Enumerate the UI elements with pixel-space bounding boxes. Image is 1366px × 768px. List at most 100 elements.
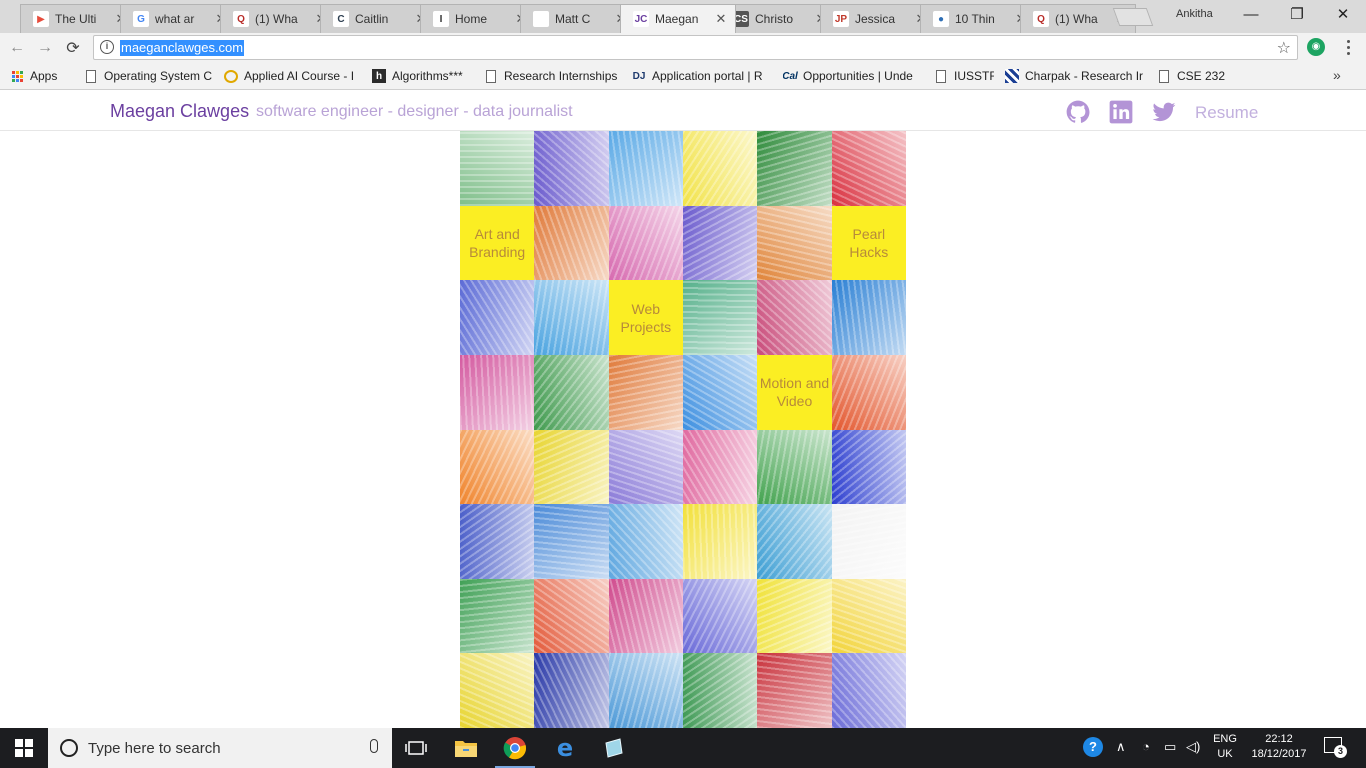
browser-tab[interactable]: CSChristo✕ — [720, 4, 836, 33]
project-tile-pearl[interactable]: Pearl Hacks — [831, 205, 906, 281]
battery-icon[interactable]: ▭ — [1164, 739, 1176, 755]
bookmark-item[interactable]: Applied AI Course - I — [224, 67, 364, 85]
network-icon[interactable]: ◔ — [1142, 739, 1150, 754]
windows-start-button[interactable] — [0, 728, 48, 768]
input-language[interactable]: ENG UK — [1210, 732, 1240, 762]
bookmarks-bar: Apps Operating System Co Applied AI Course… — [0, 62, 1366, 90]
dj-icon: DJ — [632, 70, 646, 82]
art-tile — [831, 354, 906, 430]
charpak-icon — [1005, 69, 1019, 83]
app-icon — [605, 738, 623, 758]
bookmark-item[interactable]: Charpak - Research Ir — [1005, 67, 1145, 85]
clock[interactable]: 22:12 18/12/2017 — [1244, 732, 1314, 762]
microphone-icon[interactable] — [370, 739, 378, 753]
tab-title: Matt C — [555, 12, 591, 26]
art-tile — [608, 205, 683, 281]
bookmark-label: Apps — [30, 69, 58, 83]
volume-icon[interactable]: ◁) — [1186, 739, 1200, 755]
edge-taskbar-button[interactable]: e — [541, 728, 589, 768]
art-tile — [683, 354, 758, 430]
browser-tab[interactable]: ▶The Ulti✕ — [20, 4, 136, 33]
info-icon[interactable]: i — [100, 40, 114, 54]
bookmarks-overflow-icon[interactable]: » — [1333, 67, 1341, 83]
tab-title: (1) Wha — [1055, 12, 1098, 26]
art-tile — [460, 578, 535, 654]
new-tab-button[interactable] — [1112, 8, 1154, 26]
bookmark-star-icon[interactable]: ☆ — [1277, 38, 1291, 58]
art-tile — [608, 578, 683, 654]
pencil-texture — [460, 578, 535, 654]
linkedin-icon[interactable] — [1108, 99, 1134, 125]
bookmark-item[interactable]: IUSSTF — [934, 67, 994, 85]
art-tile — [683, 131, 758, 206]
course-icon — [224, 69, 238, 83]
tab-favicon-icon: JC — [633, 11, 649, 27]
help-icon[interactable]: ? — [1083, 737, 1103, 757]
project-tile-label: Pearl Hacks — [849, 225, 889, 260]
browser-tab[interactable]: Matt C✕ — [520, 4, 636, 33]
browser-tab[interactable]: Q(1) Wha✕ — [220, 4, 336, 33]
pencil-texture — [534, 354, 609, 430]
art-tile — [683, 653, 758, 728]
tab-close-icon[interactable]: ✕ — [715, 11, 727, 27]
art-tile — [757, 429, 832, 505]
reload-button[interactable]: ⟳ — [62, 37, 84, 59]
pencil-texture — [757, 578, 832, 654]
project-tile-motion[interactable]: Motion and Video — [757, 354, 832, 430]
address-bar[interactable]: i maeganclawges.com ☆ — [93, 35, 1298, 60]
art-tile — [608, 354, 683, 430]
file-explorer-button[interactable] — [442, 728, 490, 768]
project-tile-web[interactable]: Web Projects — [608, 280, 683, 355]
github-icon[interactable] — [1065, 99, 1091, 125]
art-tile — [757, 280, 832, 355]
browser-tab[interactable]: IHome✕ — [420, 4, 536, 33]
twitter-icon[interactable] — [1151, 99, 1177, 125]
back-button[interactable]: ← — [6, 37, 28, 59]
resume-link[interactable]: Resume — [1195, 103, 1258, 123]
notifications-button[interactable]: 3 — [1324, 737, 1347, 758]
forward-button[interactable]: → — [34, 37, 56, 59]
windows-taskbar: Type here to search e ? ∧ ◔ ▭ ◁) ENG UK … — [0, 728, 1366, 768]
art-tile — [831, 280, 906, 355]
profile-name[interactable]: Ankitha — [1176, 8, 1213, 20]
bookmark-item[interactable]: CSE 232 — [1157, 67, 1237, 85]
art-tile — [757, 504, 832, 579]
url-text[interactable]: maeganclawges.com — [120, 40, 245, 56]
tab-favicon-icon: JP — [833, 11, 849, 27]
tray-overflow-icon[interactable]: ∧ — [1116, 739, 1126, 755]
project-tile-art[interactable]: Art and Branding — [460, 205, 535, 281]
bookmark-item[interactable]: DJ Application portal | R — [632, 67, 772, 85]
tab-title: Home — [455, 12, 488, 26]
bookmark-item[interactable]: Operating System Co — [84, 67, 212, 85]
taskbar-search-box[interactable]: Type here to search — [48, 728, 392, 768]
art-tile — [608, 429, 683, 505]
maximize-button[interactable]: ❐ — [1274, 0, 1320, 28]
bookmark-item[interactable]: Apps — [10, 67, 70, 85]
language-code: ENG — [1213, 733, 1237, 745]
browser-tab[interactable]: ●10 Thin✕ — [920, 4, 1036, 33]
task-view-button[interactable] — [392, 728, 440, 768]
art-tile — [534, 131, 609, 206]
browser-tab[interactable]: Gwhat ar✕ — [120, 4, 236, 33]
site-name[interactable]: Maegan Clawges — [110, 101, 249, 122]
minimize-button[interactable]: — — [1228, 0, 1274, 28]
chrome-taskbar-button[interactable] — [491, 728, 539, 768]
bookmark-item[interactable]: h Algorithms*** — [372, 67, 474, 85]
art-tile — [460, 429, 535, 505]
browser-toolbar: ← → ⟳ i maeganclawges.com ☆ — [0, 33, 1366, 62]
browser-tab[interactable]: JC Maegan ✕ — [620, 4, 736, 33]
close-window-button[interactable]: ✕ — [1320, 0, 1366, 28]
bookmark-label: IUSSTF — [954, 69, 994, 83]
chrome-menu-icon[interactable] — [1341, 37, 1355, 57]
pencil-texture — [460, 653, 535, 728]
bookmark-item[interactable]: Cal Opportunities | Unde — [783, 67, 923, 85]
pencil-texture — [831, 131, 906, 206]
app-taskbar-button[interactable] — [590, 728, 638, 768]
bookmark-item[interactable]: Research Internships — [484, 67, 624, 85]
pencil-texture — [534, 504, 609, 579]
browser-tab[interactable]: JPJessica✕ — [820, 4, 936, 33]
art-tile — [757, 205, 832, 281]
tab-title: Maegan — [655, 12, 699, 26]
extension-icon[interactable]: ◉ — [1307, 38, 1325, 56]
browser-tab[interactable]: CCaitlin✕ — [320, 4, 436, 33]
